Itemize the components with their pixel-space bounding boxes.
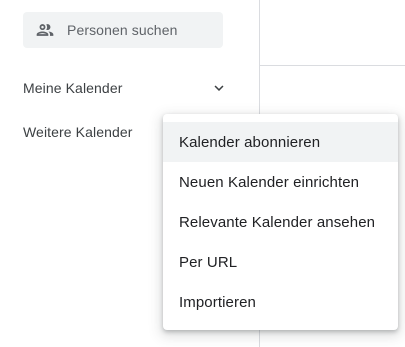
my-calendars-toggle[interactable]: Meine Kalender — [23, 76, 228, 100]
chevron-down-icon[interactable] — [210, 79, 228, 97]
other-calendars-menu: Kalender abonnieren Neuen Kalender einri… — [163, 114, 398, 330]
menu-item-subscribe[interactable]: Kalender abonnieren — [163, 122, 398, 162]
divider — [260, 65, 405, 66]
menu-item-import[interactable]: Importieren — [163, 282, 398, 322]
people-icon — [35, 20, 55, 40]
menu-item-browse-relevant[interactable]: Relevante Kalender ansehen — [163, 202, 398, 242]
other-calendars-label: Weitere Kalender — [23, 124, 133, 140]
calendar-app: Personen suchen Meine Kalender Weitere K… — [0, 0, 405, 347]
search-placeholder: Personen suchen — [67, 22, 178, 38]
menu-item-create-new[interactable]: Neuen Kalender einrichten — [163, 162, 398, 202]
menu-item-from-url[interactable]: Per URL — [163, 242, 398, 282]
my-calendars-label: Meine Kalender — [23, 80, 123, 96]
people-search-input[interactable]: Personen suchen — [23, 12, 223, 48]
